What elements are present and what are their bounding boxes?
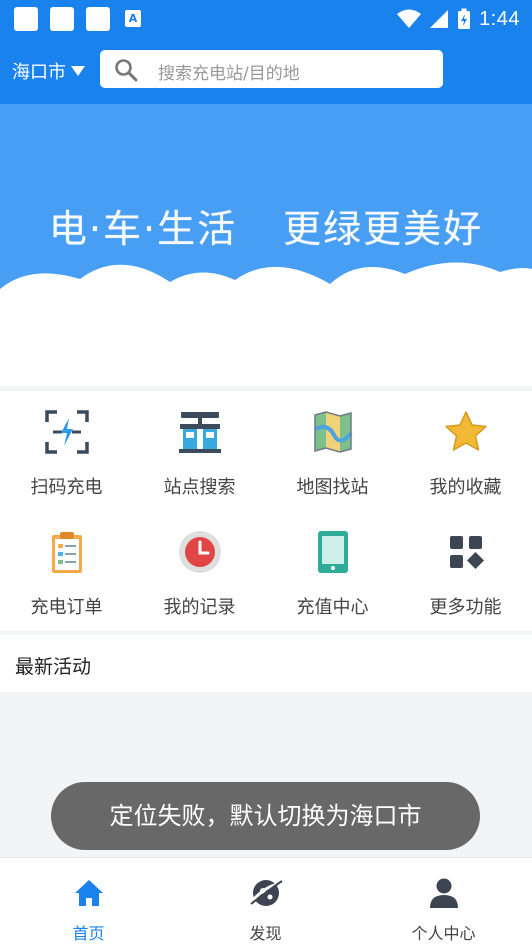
tab-label: 个人中心	[411, 924, 476, 943]
clock-icon	[177, 529, 223, 575]
more-grid-icon	[443, 529, 489, 575]
promo-banner[interactable]: 电·车·生活 更绿更美好	[0, 104, 532, 386]
grid-item-label: 我的收藏	[429, 477, 502, 498]
tab-label: 首页	[72, 924, 105, 943]
grid-item-more[interactable]: 更多功能	[399, 511, 532, 631]
grid-item-recharge[interactable]: 充值中心	[266, 511, 399, 631]
search-icon	[115, 59, 138, 82]
wifi-icon	[397, 9, 422, 28]
city-label: 海口市	[12, 62, 66, 83]
notification-icon	[14, 7, 38, 31]
star-icon	[443, 409, 489, 455]
clock-time: 1:44	[479, 7, 520, 30]
map-icon	[310, 409, 356, 455]
discover-icon	[249, 876, 283, 910]
tab-profile[interactable]: 个人中心	[355, 858, 532, 946]
grid-item-map[interactable]: 地图找站	[266, 391, 399, 511]
person-icon	[427, 876, 461, 910]
grid-item-label: 充电订单	[30, 597, 103, 618]
toast-message: 定位失败，默认切换为海口市	[51, 782, 480, 850]
grid-item-records[interactable]: 我的记录	[133, 511, 266, 631]
latest-activities-header: 最新活动	[0, 635, 532, 692]
grid-item-label: 扫码充电	[30, 477, 103, 498]
grid-item-label: 站点搜索	[163, 477, 236, 498]
station-search-icon	[177, 409, 223, 455]
notification-icon	[86, 7, 110, 31]
cloud-graphic	[0, 262, 532, 386]
keyboard-notification-icon: A	[125, 10, 141, 27]
grid-item-station-search[interactable]: 站点搜索	[133, 391, 266, 511]
status-bar: A 1:44	[0, 0, 532, 38]
grid-item-label: 充值中心	[296, 597, 369, 618]
tab-label: 发现	[249, 924, 282, 943]
triangle-down-icon	[71, 66, 85, 76]
grid-item-label: 更多功能	[429, 597, 502, 618]
tab-discover[interactable]: 发现	[177, 858, 354, 946]
top-header: 海口市 搜索充电站/目的地	[0, 38, 532, 104]
tablet-icon	[310, 529, 356, 575]
city-selector[interactable]: 海口市	[12, 58, 86, 84]
tab-home[interactable]: 首页	[0, 858, 177, 946]
search-placeholder: 搜索充电站/目的地	[158, 64, 300, 84]
scan-charge-icon	[44, 409, 90, 455]
home-icon	[72, 876, 106, 910]
order-clipboard-icon	[44, 529, 90, 575]
grid-item-scan-charge[interactable]: 扫码充电	[0, 391, 133, 511]
cellular-signal-icon	[430, 10, 449, 28]
battery-icon	[458, 8, 471, 29]
grid-item-favorites[interactable]: 我的收藏	[399, 391, 532, 511]
bottom-tab-bar: 首页 发现 个人中心	[0, 857, 532, 946]
grid-item-label: 我的记录	[163, 597, 236, 618]
section-title: 最新活动	[15, 656, 92, 678]
notification-icon	[50, 7, 74, 31]
grid-item-orders[interactable]: 充电订单	[0, 511, 133, 631]
grid-item-label: 地图找站	[296, 477, 369, 498]
function-grid: 扫码充电 站点搜索 地图找站 我的收藏 充电订单 我的记录 充值中心 更多功能	[0, 391, 532, 631]
search-input[interactable]: 搜索充电站/目的地	[100, 50, 443, 88]
